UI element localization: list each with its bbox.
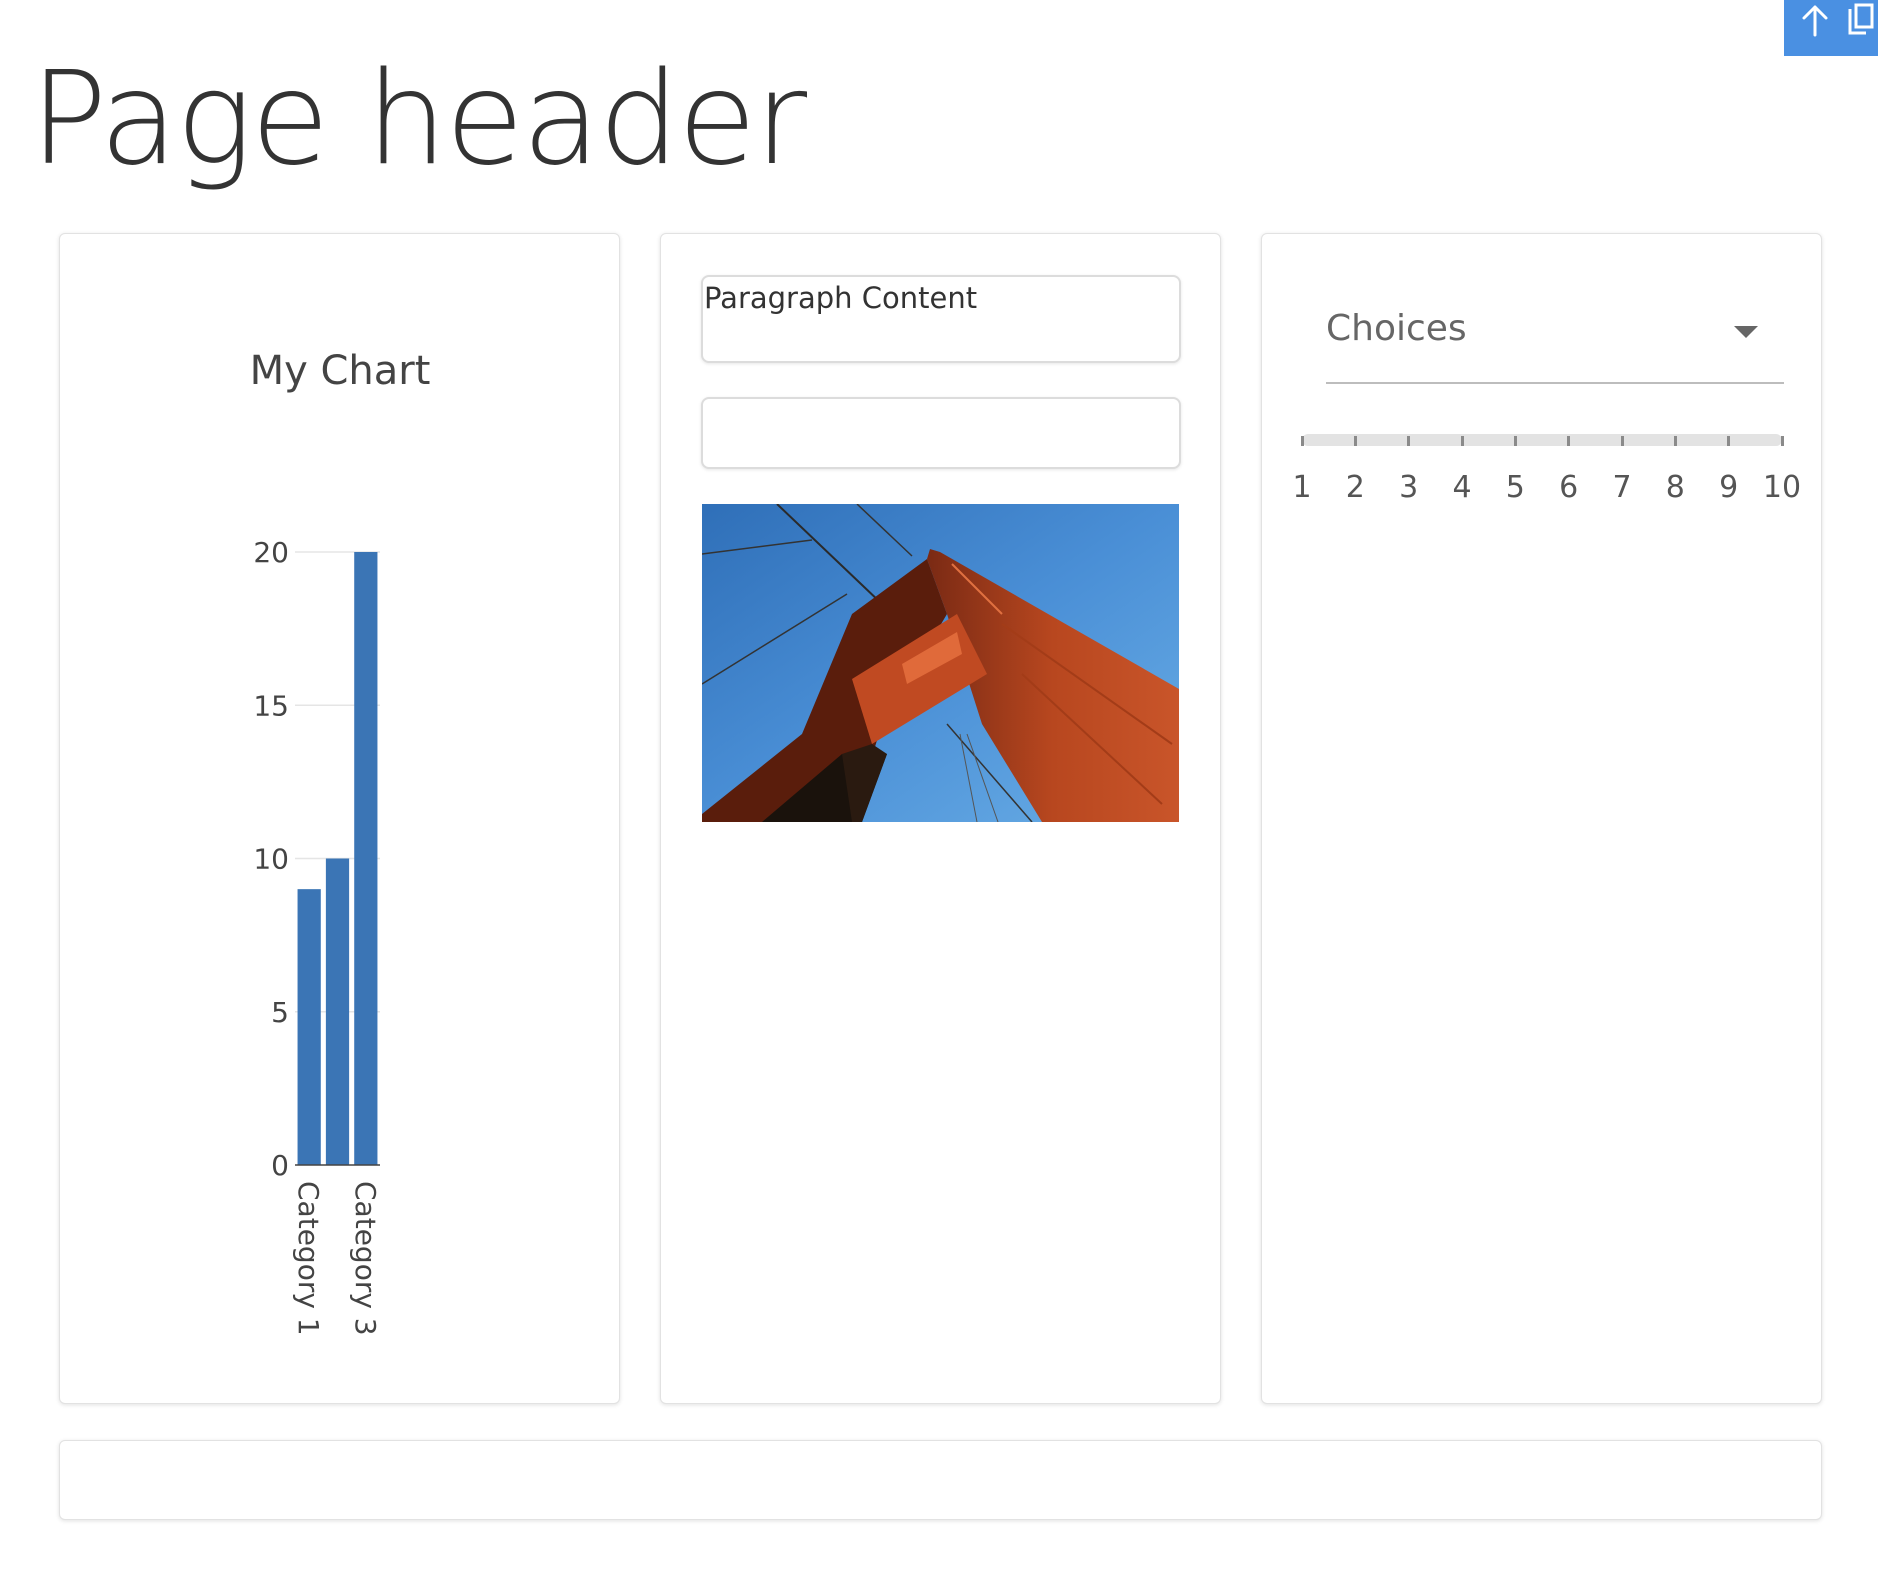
slider-tick — [1407, 436, 1411, 446]
chart-bar[interactable] — [354, 552, 378, 1165]
content-card: Paragraph Content — [660, 233, 1221, 1404]
slider-tick — [1673, 436, 1677, 446]
slider-tick — [1353, 436, 1357, 446]
footer-card — [59, 1440, 1822, 1520]
empty-text-box — [701, 397, 1181, 469]
slider-label: 7 — [1612, 470, 1632, 505]
slider-label: 2 — [1345, 470, 1365, 505]
top-toolbar — [1784, 0, 1878, 56]
chart-x-tick-label: Category 3 — [349, 1181, 382, 1336]
chart-bar[interactable] — [297, 889, 321, 1165]
chart-y-ticks: 0 5 10 15 20 — [253, 536, 289, 1182]
chart-y-tick-label: 15 — [253, 689, 289, 722]
bridge-image — [702, 504, 1179, 822]
slider-label: 9 — [1719, 470, 1739, 505]
slider-tick — [1620, 436, 1624, 446]
copy-icon[interactable] — [1844, 0, 1878, 40]
slider-label: 4 — [1452, 470, 1472, 505]
range-slider[interactable] — [1300, 434, 1784, 446]
slider-label: 8 — [1665, 470, 1685, 505]
chart-x-ticks: Category 1 Category 3 — [292, 1181, 382, 1336]
slider-tick — [1567, 436, 1571, 446]
choices-select-label: Choices — [1326, 308, 1467, 349]
page-title: Page header — [30, 45, 807, 194]
chevron-down-icon[interactable] — [1734, 326, 1758, 338]
slider-label: 6 — [1559, 470, 1579, 505]
slider-label: 5 — [1505, 470, 1525, 505]
slider-tick — [1727, 436, 1731, 446]
chart-y-tick-label: 5 — [271, 996, 289, 1029]
slider-tick — [1300, 436, 1304, 446]
slider-label: 10 — [1762, 470, 1802, 505]
slider-label: 3 — [1399, 470, 1419, 505]
slider-label: 1 — [1292, 470, 1312, 505]
bar-chart: My Chart 0 5 10 15 20 Category 1 Category 3 — [250, 348, 431, 1336]
chart-title: My Chart — [250, 348, 431, 394]
choices-select[interactable]: Choices — [1326, 308, 1784, 384]
paragraph-content: Paragraph Content — [704, 281, 978, 315]
paragraph-box: Paragraph Content — [701, 275, 1181, 363]
slider-tick — [1513, 436, 1517, 446]
controls-card: Choices 1 2 3 4 5 6 7 8 9 10 — [1261, 233, 1822, 1404]
chart-y-tick-label: 20 — [253, 536, 289, 569]
chart-bar[interactable] — [325, 858, 350, 1166]
chart-x-tick-label: Category 1 — [292, 1181, 325, 1336]
chart-y-tick-label: 0 — [271, 1149, 289, 1182]
arrow-up-icon[interactable] — [1798, 0, 1832, 40]
chart-y-tick-label: 10 — [253, 843, 289, 876]
slider-tick — [1460, 436, 1464, 446]
slider-tick — [1780, 436, 1784, 446]
chart-card: My Chart 0 5 10 15 20 Category 1 Category 3 — [59, 233, 620, 1404]
